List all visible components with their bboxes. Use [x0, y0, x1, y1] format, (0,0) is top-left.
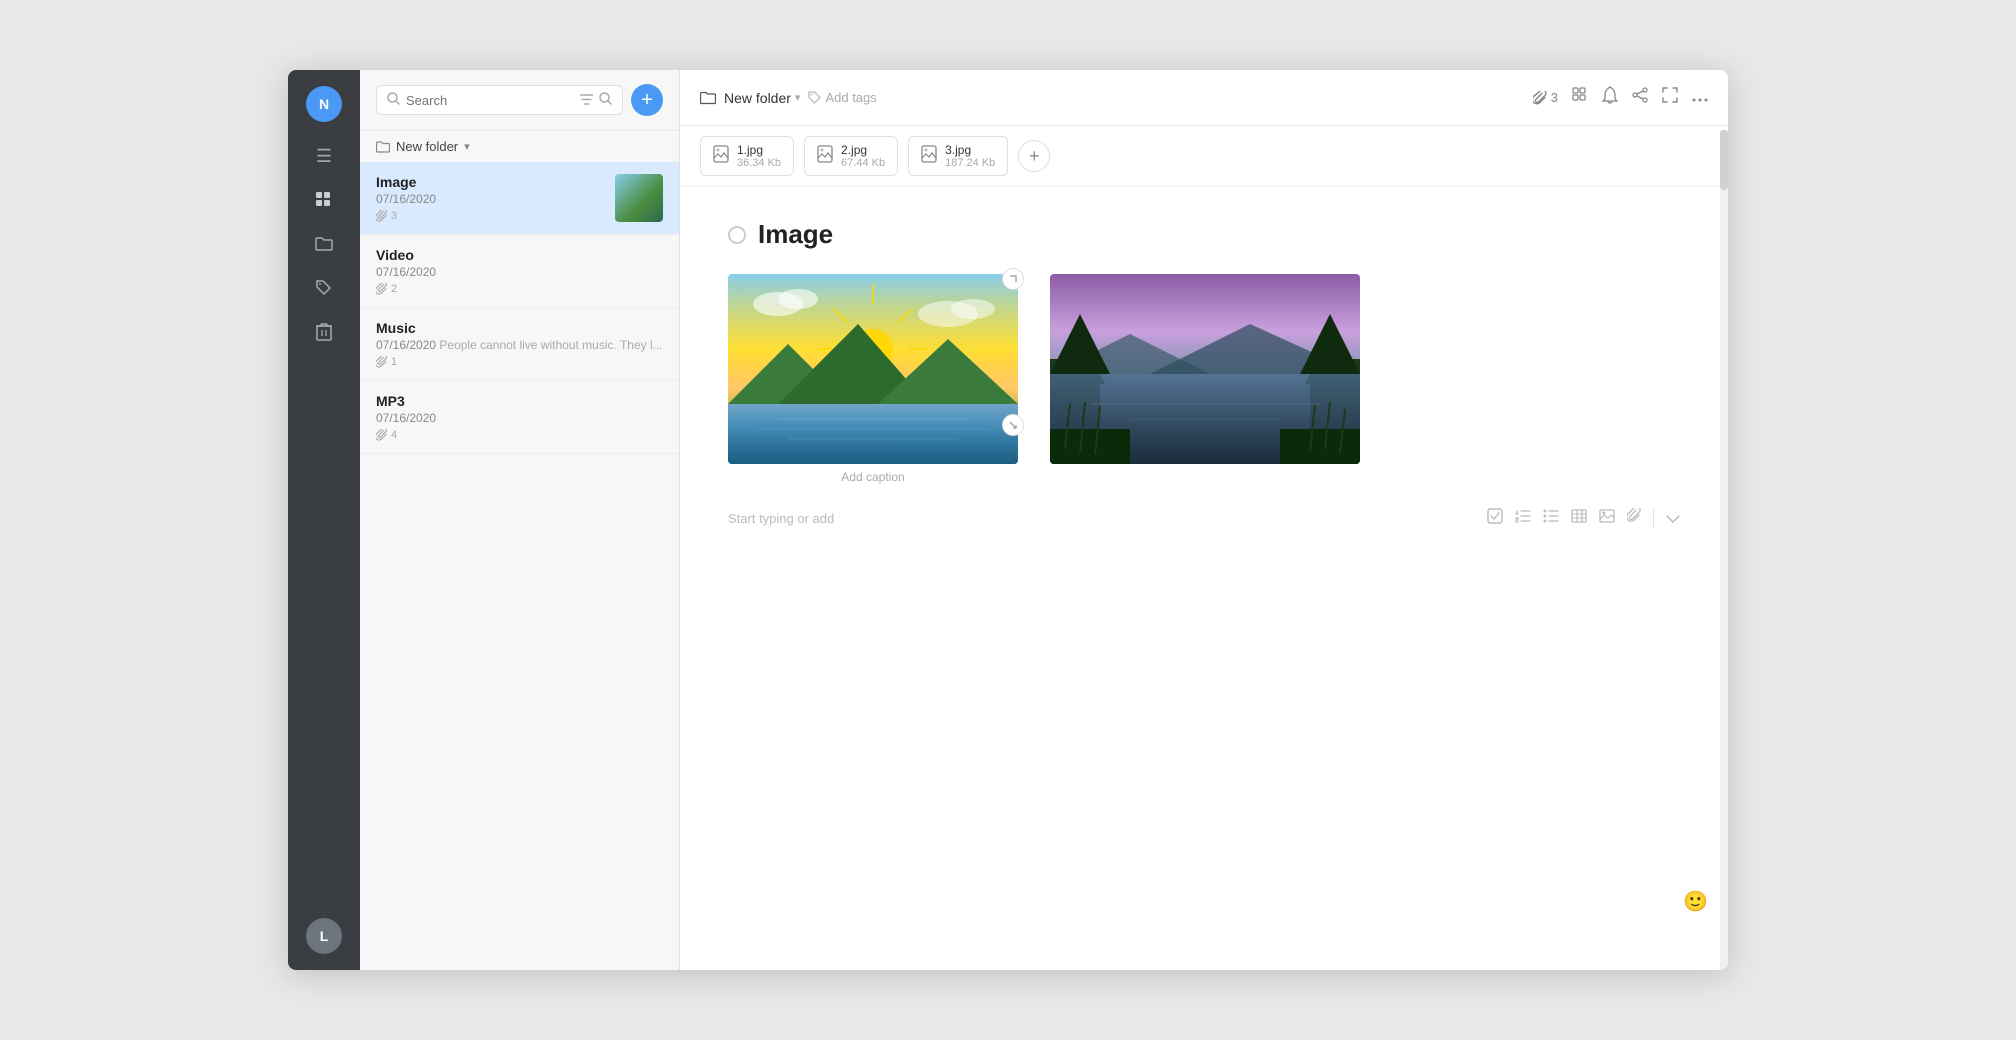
attachment-count-badge: 3	[1533, 90, 1558, 105]
image-caption[interactable]: Add caption	[841, 470, 904, 484]
checkbox-icon[interactable]	[1487, 508, 1503, 529]
note-date: 07/16/2020 People cannot live without mu…	[376, 338, 663, 352]
folder-breadcrumb[interactable]: New folder ▾	[700, 90, 800, 106]
sidebar-narrow: N ☰	[288, 70, 360, 970]
image-resize-handle-top[interactable]	[1002, 268, 1024, 290]
app-window: N ☰	[288, 70, 1728, 970]
note-title: MP3	[376, 393, 663, 409]
note-item[interactable]: MP3 07/16/2020 4	[360, 381, 679, 454]
note-info: Video 07/16/2020 2	[376, 247, 663, 295]
expand-icon[interactable]	[1662, 87, 1678, 108]
sidebar-item-tag[interactable]	[306, 270, 342, 306]
note-attachment-count: 4	[376, 429, 663, 441]
emoji-button[interactable]: 🙂	[1683, 889, 1708, 914]
chevron-down-icon[interactable]	[1666, 510, 1680, 528]
note-image[interactable]	[1050, 274, 1360, 464]
image-insert-icon[interactable]	[1599, 509, 1615, 528]
scrollbar-thumb[interactable]	[1720, 130, 1728, 190]
top-bar: New folder ▾ Add tags 3	[680, 70, 1728, 126]
search-magnifier-icon[interactable]	[599, 92, 612, 108]
attachment-insert-icon[interactable]	[1627, 508, 1641, 529]
attachment-filesize: 187.24 Kb	[945, 157, 995, 169]
note-title-area: Image	[728, 219, 1680, 250]
note-attachment-count: 2	[376, 283, 663, 295]
editor-placeholder-text[interactable]: Start typing or add	[728, 511, 1475, 526]
add-attachment-button[interactable]: +	[1018, 140, 1050, 172]
filter-icon[interactable]	[580, 93, 593, 108]
share-icon[interactable]	[1632, 87, 1648, 108]
scrollbar-track[interactable]	[1720, 130, 1728, 970]
breadcrumb-chevron-icon: ▾	[795, 91, 801, 104]
attachment-filesize: 67.44 Kb	[841, 157, 885, 169]
images-row: ···	[728, 274, 1680, 484]
more-options-icon[interactable]	[1692, 89, 1708, 107]
note-title: Video	[376, 247, 663, 263]
user-avatar-top[interactable]: N	[306, 86, 342, 122]
grid-view-icon[interactable]	[1572, 87, 1588, 108]
note-image[interactable]	[728, 274, 1018, 464]
search-box[interactable]	[376, 85, 623, 115]
attachment-filename: 3.jpg	[945, 143, 995, 157]
search-input[interactable]	[406, 93, 574, 108]
note-info: MP3 07/16/2020 4	[376, 393, 663, 441]
add-tags-button[interactable]: Add tags	[808, 90, 876, 105]
top-bar-left: New folder ▾ Add tags	[700, 90, 1521, 106]
note-item[interactable]: Music 07/16/2020 People cannot live with…	[360, 308, 679, 381]
attachment-filename: 1.jpg	[737, 143, 781, 157]
image-file-icon	[713, 145, 729, 168]
user-avatar-bottom[interactable]: L	[306, 918, 342, 954]
notes-list-header: +	[360, 70, 679, 131]
sidebar-item-trash[interactable]	[306, 314, 342, 350]
attachment-chip[interactable]: 3.jpg 187.24 Kb	[908, 136, 1008, 176]
note-attachment-count: 1	[376, 356, 663, 368]
note-body: Image ···	[680, 187, 1728, 970]
note-item[interactable]: Video 07/16/2020 2	[360, 235, 679, 308]
attachment-filename: 2.jpg	[841, 143, 885, 157]
image-block[interactable]	[1050, 274, 1360, 464]
ordered-list-icon[interactable]	[1515, 509, 1531, 528]
note-main-title[interactable]: Image	[758, 219, 833, 250]
image-file-icon	[921, 145, 937, 168]
note-date: 07/16/2020	[376, 192, 603, 206]
note-date: 07/16/2020	[376, 265, 663, 279]
notes-list-panel: + New folder ▾ Image 07/16/2020 3	[360, 70, 680, 970]
note-title: Music	[376, 320, 663, 336]
search-icon	[387, 92, 400, 108]
note-title: Image	[376, 174, 603, 190]
note-item[interactable]: Image 07/16/2020 3	[360, 162, 679, 235]
image-resize-handle-bottom[interactable]	[1002, 414, 1024, 436]
bell-icon[interactable]	[1602, 86, 1618, 109]
image-block[interactable]: ···	[728, 274, 1018, 484]
image-file-icon	[817, 145, 833, 168]
sidebar-item-menu[interactable]: ☰	[306, 138, 342, 174]
note-completion-radio[interactable]	[728, 226, 746, 244]
note-attachment-count: 3	[376, 210, 603, 222]
attachment-filesize: 36.34 Kb	[737, 157, 781, 169]
main-content: New folder ▾ Add tags 3	[680, 70, 1728, 970]
bullet-list-icon[interactable]	[1543, 509, 1559, 528]
attachment-chip[interactable]: 2.jpg 67.44 Kb	[804, 136, 898, 176]
sidebar-item-folder[interactable]	[306, 226, 342, 262]
table-icon[interactable]	[1571, 509, 1587, 528]
note-info: Music 07/16/2020 People cannot live with…	[376, 320, 663, 368]
folder-label[interactable]: New folder ▾	[360, 131, 679, 162]
sidebar-item-grid[interactable]	[306, 182, 342, 218]
top-bar-right: 3	[1533, 86, 1708, 109]
editor-placeholder-row: Start typing or add	[728, 508, 1680, 529]
note-thumbnail	[615, 174, 663, 222]
note-date: 07/16/2020	[376, 411, 663, 425]
image-options-dots[interactable]: ···	[734, 280, 746, 294]
add-note-button[interactable]: +	[631, 84, 663, 116]
attachment-chip[interactable]: 1.jpg 36.34 Kb	[700, 136, 794, 176]
folder-chevron-icon: ▾	[464, 140, 470, 153]
toolbar-divider	[1653, 509, 1654, 529]
note-info: Image 07/16/2020 3	[376, 174, 603, 222]
attachments-bar: 1.jpg 36.34 Kb 2.jpg 67.44 Kb	[680, 126, 1728, 187]
